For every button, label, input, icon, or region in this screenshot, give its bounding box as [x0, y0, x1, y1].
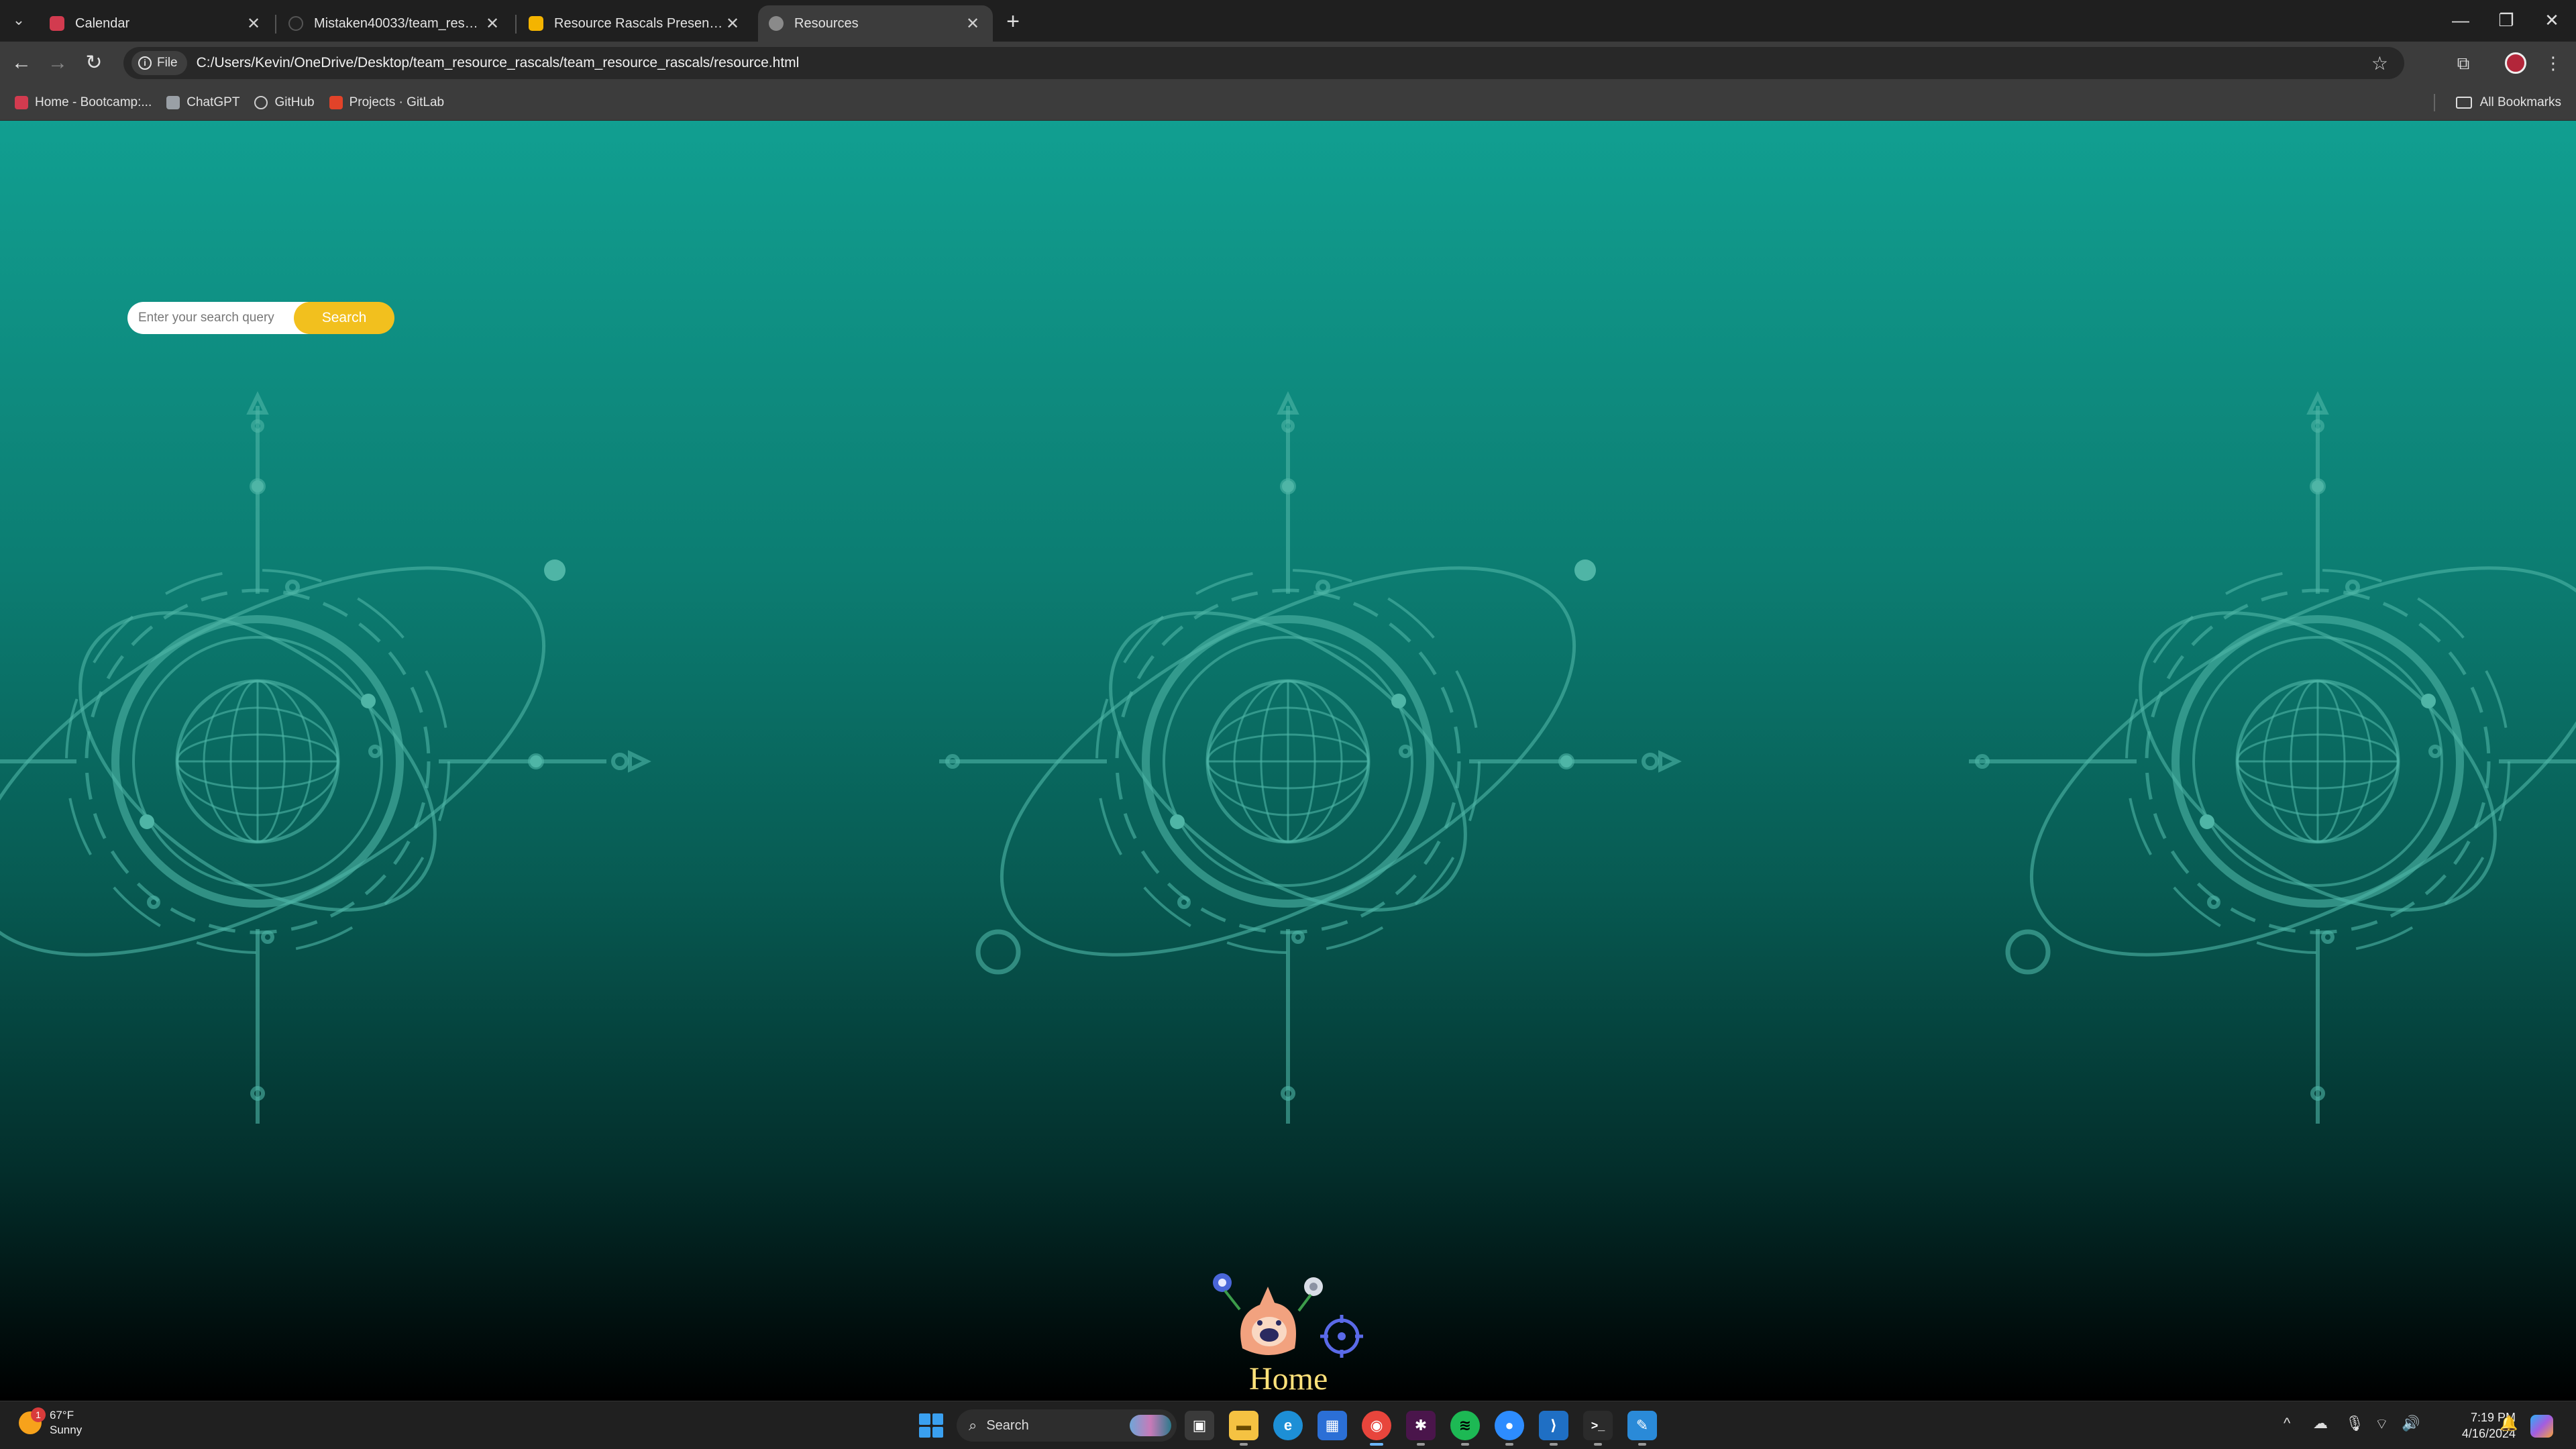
file-explorer-icon[interactable]: ▬	[1229, 1411, 1258, 1446]
slack-icon[interactable]: ✱	[1406, 1411, 1436, 1446]
taskbar-search-label: Search	[986, 1417, 1029, 1433]
gitlab-icon	[329, 95, 343, 109]
tab-strip: ⌄ Calendar ✕ Mistaken40033/team_resource…	[0, 0, 2576, 42]
taskbar-search-box[interactable]: ⌕ Search	[957, 1409, 1177, 1442]
search-highlight-image	[1130, 1415, 1171, 1436]
chrome-icon[interactable]: ◉	[1362, 1411, 1391, 1446]
home-link-label: Home	[1249, 1361, 1328, 1397]
globe-favicon-icon	[769, 16, 784, 31]
scheme-label: File	[157, 56, 178, 70]
tab-title: Resource Rascals Presentation	[554, 15, 723, 31]
tab-separator	[275, 15, 276, 34]
bookmark-chatgpt[interactable]: ChatGPT	[166, 95, 239, 110]
tab-close-icon[interactable]: ✕	[483, 14, 502, 34]
tab-close-icon[interactable]: ✕	[963, 14, 982, 34]
restore-button[interactable]: ❐	[2483, 5, 2529, 35]
search-form: Search	[127, 302, 394, 334]
slides-favicon-icon	[529, 16, 543, 31]
bookmark-label: Home - Bootcamp:...	[35, 95, 152, 109]
start-button-windows-icon[interactable]	[919, 1413, 943, 1438]
wifi-icon[interactable]: ⌔	[2375, 1415, 2389, 1434]
notification-bell-icon[interactable]: 🔔	[2500, 1415, 2518, 1432]
weather-widget[interactable]: 1 67°F Sunny	[19, 1407, 82, 1438]
info-icon: i	[138, 56, 152, 70]
new-tab-button[interactable]: +	[1000, 8, 1026, 35]
terminal-icon[interactable]: >_	[1583, 1411, 1613, 1446]
tab-title: Calendar	[75, 15, 130, 31]
edge-icon[interactable]: e	[1273, 1411, 1303, 1440]
page-content: Search	[0, 121, 2576, 1401]
volume-icon[interactable]: 🔊	[2402, 1415, 2420, 1432]
orbit-graphic-right	[1969, 396, 2576, 1124]
tray-chevron-icon[interactable]: ^	[2284, 1415, 2290, 1432]
paint-icon[interactable]: ✎	[1627, 1411, 1657, 1446]
orbit-graphic-center	[939, 396, 1677, 1124]
bookmark-label: Projects · GitLab	[349, 95, 445, 109]
address-bar[interactable]: i File C:/Users/Kevin/OneDrive/Desktop/t…	[123, 47, 2404, 79]
bootcamp-icon	[15, 95, 28, 109]
close-window-button[interactable]: ✕	[2529, 5, 2575, 35]
bookmark-label: GitHub	[274, 95, 315, 109]
tab-calendar[interactable]: Calendar ✕	[39, 5, 274, 42]
notification-badge: 1	[31, 1407, 46, 1422]
back-button[interactable]: ←	[8, 50, 35, 76]
bookmarks-bar: Home - Bootcamp:... ChatGPT GitHub Proje…	[0, 85, 2576, 121]
tab-title: Mistaken40033/team_resource_	[314, 15, 483, 31]
tab-close-icon[interactable]: ✕	[244, 14, 263, 34]
tab-close-icon[interactable]: ✕	[723, 14, 742, 34]
orbit-graphic-left	[0, 396, 647, 1124]
tab-title: Resources	[794, 15, 859, 31]
url-text[interactable]: C:/Users/Kevin/OneDrive/Desktop/team_res…	[197, 55, 800, 71]
bookmarks-divider	[2434, 94, 2435, 111]
bookmark-github[interactable]: GitHub	[254, 95, 315, 110]
reload-button[interactable]: ↻	[80, 50, 107, 76]
github-icon	[254, 95, 268, 109]
zoom-icon[interactable]: ●	[1495, 1411, 1524, 1446]
calendar-favicon-icon	[50, 16, 64, 31]
all-bookmarks-label: All Bookmarks	[2479, 95, 2561, 109]
weather-temp: 67°F	[50, 1409, 74, 1421]
all-bookmarks-button[interactable]: All Bookmarks	[2455, 95, 2561, 110]
browser-toolbar: ← → ↻ i File C:/Users/Kevin/OneDrive/Des…	[0, 42, 2576, 85]
spotify-icon[interactable]: ≋	[1450, 1411, 1480, 1446]
tab-resources[interactable]: Resources ✕	[758, 5, 993, 42]
chatgpt-icon	[166, 95, 180, 109]
weather-text: 67°F Sunny	[50, 1408, 82, 1438]
store-icon[interactable]: ▦	[1318, 1411, 1347, 1440]
bookmark-bootcamp[interactable]: Home - Bootcamp:...	[15, 95, 152, 110]
bookmark-star-icon[interactable]: ☆	[2371, 52, 2388, 74]
tab-separator	[515, 15, 517, 34]
folder-icon	[2455, 96, 2472, 109]
bookmark-gitlab[interactable]: Projects · GitLab	[329, 95, 445, 110]
extensions-icon[interactable]: ⧉	[2450, 50, 2477, 76]
bookmark-label: ChatGPT	[186, 95, 240, 109]
search-input[interactable]	[127, 302, 309, 334]
site-info-chip[interactable]: i File	[131, 51, 187, 75]
search-button[interactable]: Search	[294, 302, 394, 334]
onedrive-cloud-icon[interactable]: ☁	[2313, 1415, 2328, 1432]
minimize-button[interactable]: —	[2438, 5, 2483, 35]
tab-github-repo[interactable]: Mistaken40033/team_resource_ ✕	[278, 5, 513, 42]
tab-presentation[interactable]: Resource Rascals Presentation ✕	[518, 5, 753, 42]
tab-search-chevron-icon[interactable]: ⌄	[5, 7, 32, 34]
sun-icon: 1	[19, 1407, 46, 1434]
magnifier-icon: ⌕	[969, 1417, 977, 1434]
vscode-icon[interactable]: ⟩	[1539, 1411, 1568, 1446]
forward-button[interactable]: →	[44, 50, 71, 76]
github-favicon-icon	[288, 16, 303, 31]
weather-condition: Sunny	[50, 1424, 83, 1436]
monster-mascot-icon	[1213, 1273, 1363, 1358]
windows-taskbar: 1 67°F Sunny ⌕ Search ▣ ▬ e ▦ ◉ ✱ ≋ ● ⟩ …	[0, 1401, 2576, 1449]
microphone-icon[interactable]: 🎙	[2345, 1415, 2364, 1432]
home-link[interactable]: Home	[1208, 1268, 1368, 1401]
copilot-icon[interactable]	[2530, 1415, 2553, 1438]
profile-avatar[interactable]	[2505, 52, 2526, 74]
task-view-icon[interactable]: ▣	[1185, 1411, 1214, 1440]
chrome-menu-icon[interactable]: ⋮	[2540, 50, 2567, 76]
